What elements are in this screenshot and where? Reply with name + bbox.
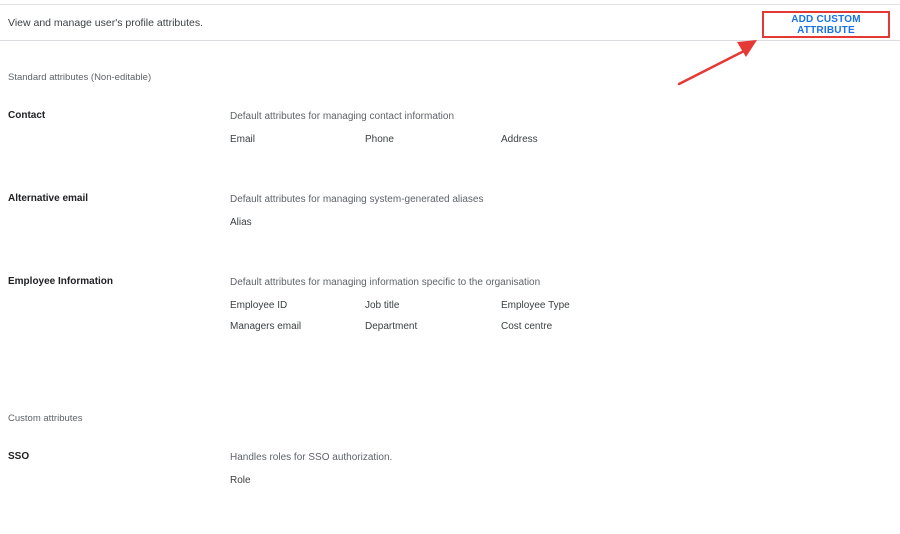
attribute-cost-centre: Cost centre: [501, 321, 553, 332]
attribute-job-title: Job title: [365, 300, 400, 311]
group-title-sso: SSO: [8, 451, 30, 462]
group-description-alternative-email: Default attributes for managing system-g…: [230, 194, 484, 205]
attribute-alias: Alias: [230, 217, 252, 228]
attribute-managers-email: Managers email: [230, 321, 302, 332]
group-description-sso: Handles roles for SSO authorization.: [230, 452, 393, 463]
attribute-address: Address: [501, 134, 538, 145]
attribute-department: Department: [365, 321, 418, 332]
add-custom-attribute-button[interactable]: ADD CUSTOM ATTRIBUTE: [762, 11, 890, 38]
group-title-contact: Contact: [8, 110, 46, 121]
attribute-employee-id: Employee ID: [230, 300, 288, 311]
attribute-role: Role: [230, 475, 251, 486]
attribute-email: Email: [230, 134, 256, 145]
group-description-contact: Default attributes for managing contact …: [230, 111, 455, 122]
group-title-alternative-email: Alternative email: [8, 193, 89, 204]
standard-attributes-heading: Standard attributes (Non-editable): [8, 72, 152, 83]
page-description: View and manage user's profile attribute…: [8, 17, 204, 29]
attribute-phone: Phone: [365, 134, 394, 145]
group-description-employee-information: Default attributes for managing informat…: [230, 277, 541, 288]
page-header: View and manage user's profile attribute…: [0, 5, 900, 41]
group-title-employee-information: Employee Information: [8, 276, 114, 287]
custom-attributes-heading: Custom attributes: [8, 413, 83, 424]
attribute-employee-type: Employee Type: [501, 300, 570, 311]
